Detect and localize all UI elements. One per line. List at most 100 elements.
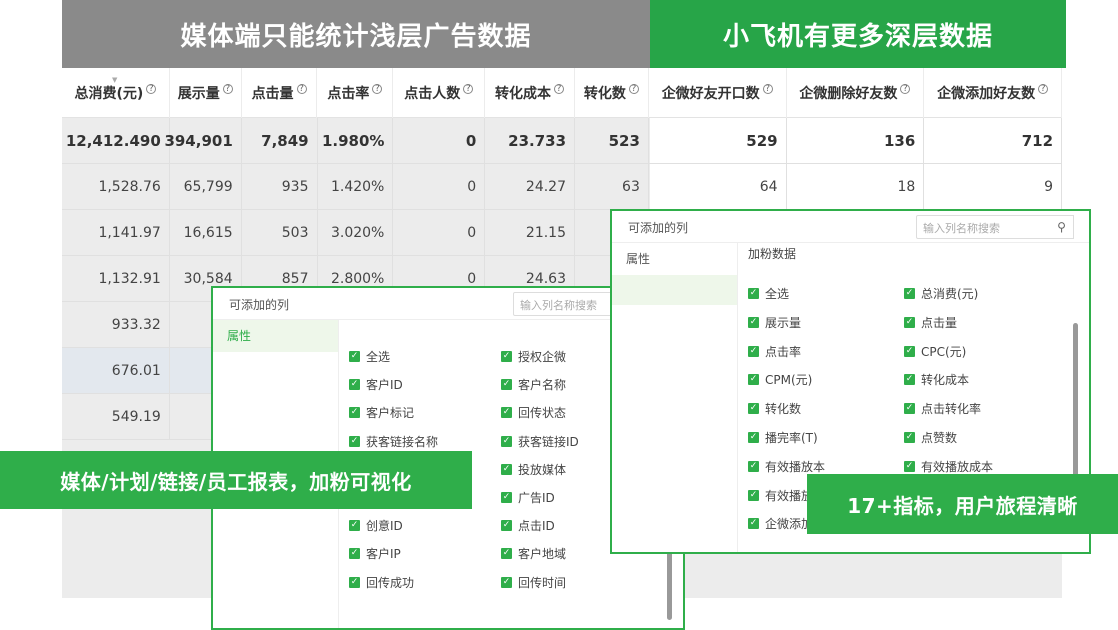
checkbox-checked-icon[interactable]: ✓ xyxy=(501,548,512,560)
help-icon[interactable]: ? xyxy=(146,84,157,94)
checkbox-checked-icon[interactable]: ✓ xyxy=(501,435,512,447)
search-icon[interactable]: ⚲ xyxy=(1050,215,1074,239)
help-icon[interactable]: ? xyxy=(762,84,773,94)
checkbox-item[interactable]: ✓ 全选 xyxy=(748,285,789,302)
total-row[interactable]: 12,412.490 394,901 7,849 1.980% 0 23.733 523 52… xyxy=(62,118,1062,164)
checkbox-item[interactable]: ✓ 有效播放 xyxy=(748,487,813,504)
checkbox-item[interactable]: ✓ 点击转化率 xyxy=(904,400,981,417)
checkbox-label: 客户地域 xyxy=(518,547,567,562)
checkbox-item[interactable]: ✓ 回传成功 xyxy=(349,574,414,591)
help-icon[interactable]: ? xyxy=(372,84,383,94)
checkbox-checked-icon[interactable]: ✓ xyxy=(748,460,759,472)
checkbox-checked-icon[interactable]: ✓ xyxy=(904,345,915,357)
checkbox-item[interactable]: ✓ 获客链接ID xyxy=(501,433,579,450)
help-icon[interactable]: ? xyxy=(554,84,565,94)
help-icon[interactable]: ? xyxy=(628,84,639,94)
column-header-label: 点击量 xyxy=(251,86,294,102)
checkbox-checked-icon[interactable]: ✓ xyxy=(904,460,915,472)
checkbox-item[interactable]: ✓ 有效播放本 xyxy=(748,458,825,475)
column-header[interactable]: 企微添加好友数? xyxy=(924,68,1062,118)
checkbox-item[interactable]: ✓ 客户ID xyxy=(349,376,403,393)
checkbox-item[interactable]: ✓ 客户标记 xyxy=(349,404,414,421)
search-input[interactable]: 输入列名称搜索 xyxy=(916,215,1052,239)
checkbox-checked-icon[interactable]: ✓ xyxy=(904,288,915,299)
column-header[interactable]: 展示量? xyxy=(170,68,242,118)
checkbox-item[interactable]: ✓ 点击量 xyxy=(904,314,957,331)
help-icon[interactable]: ? xyxy=(463,84,474,94)
checkbox-item[interactable]: ✓ 有效播放成本 xyxy=(904,458,993,475)
checkbox-item[interactable]: ✓ 获客链接名称 xyxy=(349,433,438,450)
checkbox-item[interactable]: ✓ 转化数 xyxy=(748,400,801,417)
checkbox-checked-icon[interactable]: ✓ xyxy=(748,288,759,299)
checkbox-item[interactable]: ✓ 企微添加 xyxy=(748,515,813,532)
column-header[interactable]: 总消费(元)? ▼ xyxy=(62,68,170,118)
checkbox-checked-icon[interactable]: ✓ xyxy=(349,351,360,362)
sort-icon[interactable]: ▼ xyxy=(112,76,117,84)
column-header[interactable]: 企微删除好友数? xyxy=(787,68,925,118)
checkbox-item[interactable]: ✓ 总消费(元) xyxy=(904,285,978,302)
checkbox-item[interactable]: ✓ 客户名称 xyxy=(501,376,566,393)
checkbox-item[interactable]: ✓ 回传时间 xyxy=(501,574,566,591)
checkbox-item[interactable]: ✓ 广告ID xyxy=(501,489,555,506)
checkbox-checked-icon[interactable]: ✓ xyxy=(904,432,915,443)
checkbox-checked-icon[interactable]: ✓ xyxy=(349,435,360,447)
checkbox-checked-icon[interactable]: ✓ xyxy=(501,492,512,503)
checkbox-item[interactable]: ✓ 点击率 xyxy=(748,343,801,360)
scrollbar[interactable] xyxy=(1073,323,1078,483)
checkbox-checked-icon[interactable]: ✓ xyxy=(904,316,915,328)
sidebar-item-attributes[interactable]: 属性 xyxy=(612,243,737,275)
checkbox-item[interactable]: ✓ CPM(元) xyxy=(748,371,812,388)
section-title: 加粉数据 xyxy=(748,247,797,261)
checkbox-checked-icon[interactable]: ✓ xyxy=(501,379,512,391)
checkbox-checked-icon[interactable]: ✓ xyxy=(748,345,759,357)
column-header[interactable]: 点击人数? xyxy=(393,68,486,118)
checkbox-item[interactable]: ✓ 回传状态 xyxy=(501,404,566,421)
checkbox-item[interactable]: ✓ 投放媒体 xyxy=(501,461,566,478)
checkbox-item[interactable]: ✓ 点赞数 xyxy=(904,429,957,446)
checkbox-checked-icon[interactable]: ✓ xyxy=(349,407,360,419)
checkbox-checked-icon[interactable]: ✓ xyxy=(748,432,759,443)
column-header[interactable]: 转化数? xyxy=(575,68,649,118)
sidebar-item-selected[interactable] xyxy=(612,275,737,305)
checkbox-item[interactable]: ✓ 点击ID xyxy=(501,517,555,534)
table-cell: 1.420% xyxy=(318,164,394,210)
checkbox-checked-icon[interactable]: ✓ xyxy=(349,520,360,532)
checkbox-checked-icon[interactable]: ✓ xyxy=(748,489,759,501)
checkbox-checked-icon[interactable]: ✓ xyxy=(748,403,759,415)
checkbox-checked-icon[interactable]: ✓ xyxy=(501,351,512,362)
help-icon[interactable]: ? xyxy=(296,84,307,94)
checkbox-item[interactable]: ✓ 展示量 xyxy=(748,314,801,331)
checkbox-label: 有效播放成本 xyxy=(921,459,994,474)
checkbox-checked-icon[interactable]: ✓ xyxy=(748,316,759,328)
help-icon[interactable]: ? xyxy=(1038,84,1049,94)
checkbox-checked-icon[interactable]: ✓ xyxy=(904,403,915,415)
checkbox-item[interactable]: ✓ 授权企微 xyxy=(501,348,566,365)
column-header[interactable]: 点击量? xyxy=(242,68,318,118)
checkbox-checked-icon[interactable]: ✓ xyxy=(904,374,915,386)
checkbox-checked-icon[interactable]: ✓ xyxy=(349,576,360,588)
help-icon[interactable]: ? xyxy=(900,84,911,94)
checkbox-item[interactable]: ✓ 客户地域 xyxy=(501,545,566,562)
checkbox-checked-icon[interactable]: ✓ xyxy=(501,520,512,532)
checkbox-checked-icon[interactable]: ✓ xyxy=(748,374,759,386)
checkbox-checked-icon[interactable]: ✓ xyxy=(501,576,512,588)
checkbox-checked-icon[interactable]: ✓ xyxy=(349,379,360,391)
column-header[interactable]: 企微好友开口数? xyxy=(649,68,787,118)
checkbox-item[interactable]: ✓ 播完率(T) xyxy=(748,429,818,446)
column-header[interactable]: 转化成本? xyxy=(485,68,575,118)
checkbox-item[interactable]: ✓ 创意ID xyxy=(349,517,403,534)
checkbox-item[interactable]: ✓ 转化成本 xyxy=(904,371,969,388)
help-icon[interactable]: ? xyxy=(222,84,233,94)
checkbox-item[interactable]: ✓ 全选 xyxy=(349,348,390,365)
checkbox-checked-icon[interactable]: ✓ xyxy=(501,463,512,475)
checkbox-item[interactable]: ✓ CPC(元) xyxy=(904,343,966,360)
checkbox-item[interactable]: ✓ 客户IP xyxy=(349,545,401,562)
table-row[interactable]: 1,528.76 65,799 935 1.420% 0 24.27 63 64 18 9 xyxy=(62,164,1062,210)
checkbox-checked-icon[interactable]: ✓ xyxy=(501,407,512,419)
popup-title: 可添加的列 xyxy=(628,221,689,235)
checkbox-checked-icon[interactable]: ✓ xyxy=(349,548,360,560)
banner-media-shallow-data: 媒体端只能统计浅层广告数据 xyxy=(62,0,650,68)
column-header[interactable]: 点击率? xyxy=(317,68,394,118)
sidebar-item-attributes[interactable]: 属性 xyxy=(213,320,338,352)
checkbox-checked-icon[interactable]: ✓ xyxy=(748,518,759,530)
